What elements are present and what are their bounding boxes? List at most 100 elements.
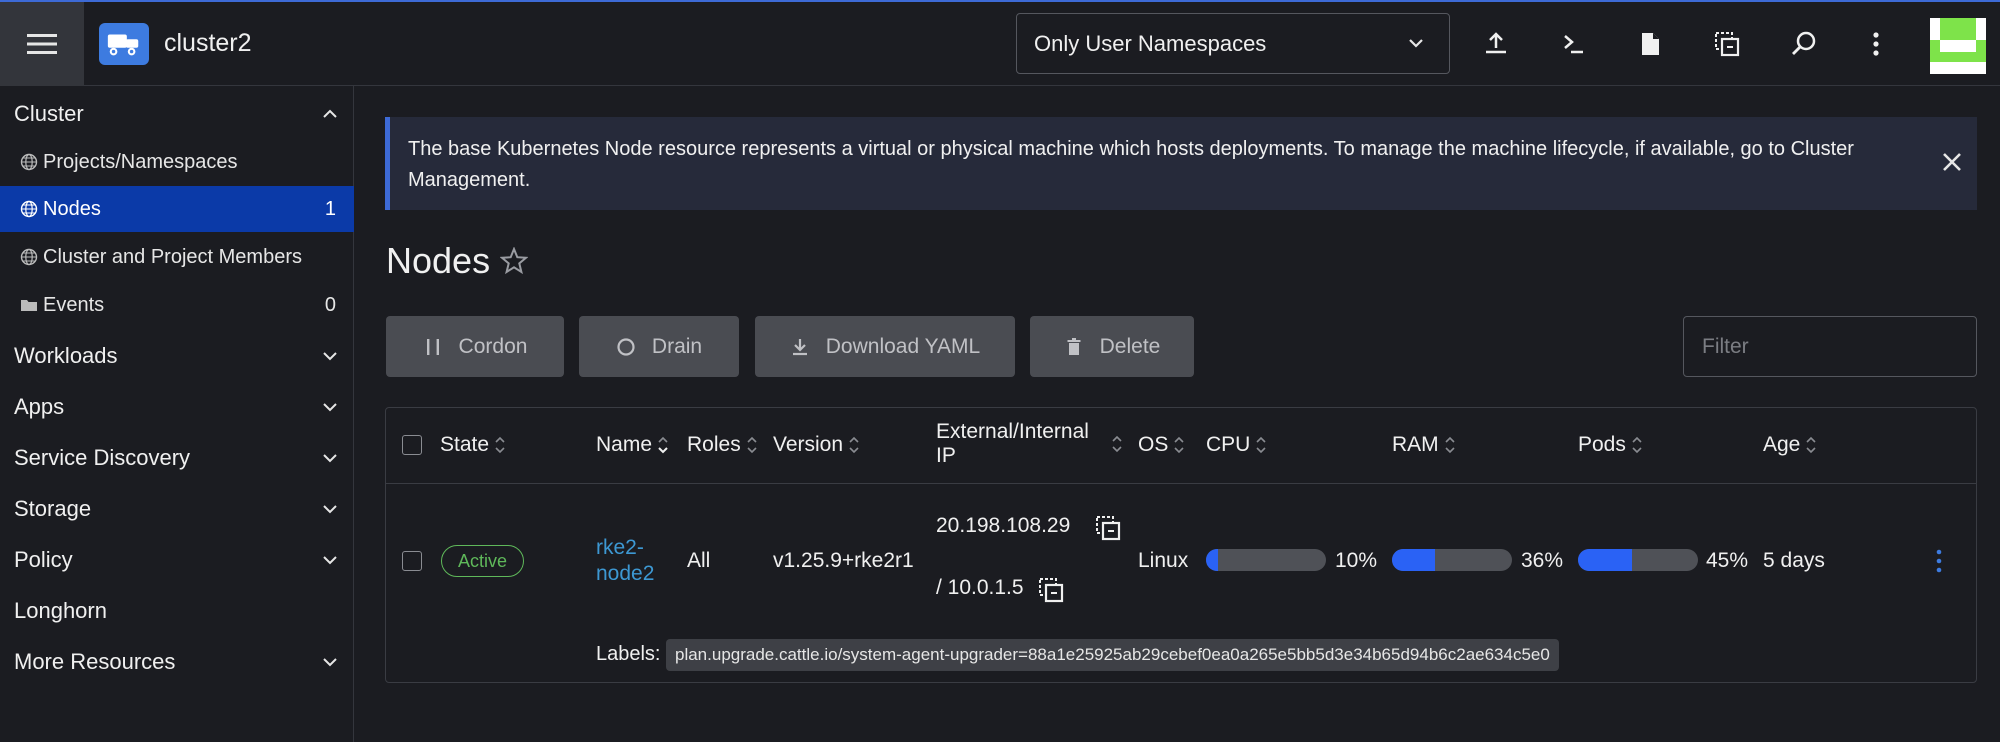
download-kubeconfig-button[interactable] <box>1632 26 1668 62</box>
labels-title: Labels: <box>596 643 661 665</box>
file-icon <box>1642 33 1659 55</box>
nav-group-label: Storage <box>14 496 92 521</box>
globe-icon <box>20 248 38 266</box>
nav-group-cluster[interactable]: Cluster <box>0 94 354 134</box>
nav-group-service-discovery[interactable]: Service Discovery <box>0 438 354 478</box>
nav-group-workloads[interactable]: Workloads <box>0 336 354 376</box>
sort-icon <box>747 436 757 454</box>
page-title: Nodes <box>386 240 491 281</box>
chevron-down-icon <box>323 658 337 667</box>
pods-usage-value: 45% <box>1706 549 1749 572</box>
namespace-filter-value: Only User Namespaces <box>1034 30 1267 56</box>
close-icon[interactable] <box>1941 151 1963 173</box>
column-label: Age <box>1763 433 1801 456</box>
nav-group-label: More Resources <box>14 649 176 674</box>
more-vertical-icon <box>1873 32 1879 56</box>
search-button[interactable] <box>1786 26 1822 62</box>
sidebar-item-projects-namespaces[interactable]: Projects/Namespaces <box>0 139 354 185</box>
nav-link-longhorn[interactable]: Longhorn <box>0 591 354 631</box>
pods-usage-fill <box>1578 549 1632 571</box>
hamburger-icon <box>27 34 57 54</box>
table-header: State Name Roles Version External/Intern… <box>386 408 1976 484</box>
circle-icon <box>617 337 635 356</box>
column-header-cpu[interactable]: CPU <box>1206 433 1268 457</box>
copy-icon[interactable] <box>1094 514 1122 542</box>
nav-group-label: Apps <box>14 394 65 419</box>
nav-group-apps[interactable]: Apps <box>0 387 354 427</box>
copy-kubeconfig-button[interactable] <box>1709 26 1745 62</box>
copy-icon <box>1715 32 1740 57</box>
column-header-os[interactable]: OS <box>1138 433 1186 457</box>
cluster-name: cluster2 <box>164 29 252 57</box>
status-badge: Active <box>441 545 525 577</box>
sidebar-item-nodes[interactable]: Nodes 1 <box>0 186 354 232</box>
terminal-icon <box>1564 35 1583 54</box>
info-banner: The base Kubernetes Node resource repres… <box>385 117 1977 210</box>
column-header-roles[interactable]: Roles <box>687 433 759 457</box>
download-yaml-label: Download YAML <box>825 334 981 358</box>
label-tag: plan.upgrade.cattle.io/system-agent-upgr… <box>666 639 1559 671</box>
sidebar-item-events[interactable]: Events 0 <box>0 282 354 328</box>
column-header-ram[interactable]: RAM <box>1392 433 1457 457</box>
column-label: Pods <box>1578 433 1626 456</box>
sidebar-item-label: Events <box>43 293 105 316</box>
ram-usage-value: 36% <box>1521 549 1564 572</box>
sort-icon <box>1632 436 1642 454</box>
column-header-ip[interactable]: External/Internal IP <box>936 420 1126 468</box>
star-icon[interactable] <box>500 247 528 275</box>
sidebar-item-label: Cluster and Project Members <box>43 245 302 268</box>
pods-usage-bar <box>1578 549 1698 571</box>
column-label: Roles <box>687 433 741 456</box>
sidebar-item-count: 0 <box>324 293 336 316</box>
column-label: RAM <box>1392 433 1439 456</box>
ram-usage-bar <box>1392 549 1512 571</box>
pause-icon <box>426 338 439 355</box>
column-header-name[interactable]: Name <box>596 433 670 457</box>
namespace-filter-select[interactable]: Only User Namespaces <box>1016 13 1450 74</box>
node-name-link[interactable]: rke2-node2 <box>596 535 666 587</box>
nav-group-label: Service Discovery <box>14 445 191 470</box>
user-avatar[interactable] <box>1930 18 1986 74</box>
cpu-usage-bar <box>1206 549 1326 571</box>
download-icon <box>792 338 807 355</box>
external-ip-value: 20.198.108.29 <box>936 514 1071 537</box>
sort-icon <box>1445 436 1455 454</box>
sidebar-item-cluster-project-members[interactable]: Cluster and Project Members <box>0 234 354 280</box>
nav-group-label: Longhorn <box>14 598 107 623</box>
kubectl-shell-button[interactable] <box>1555 26 1591 62</box>
column-header-pods[interactable]: Pods <box>1578 433 1644 457</box>
chevron-down-icon <box>1409 39 1423 48</box>
drain-button[interactable]: Drain <box>579 316 739 377</box>
drain-label: Drain <box>651 334 703 358</box>
nav-group-storage[interactable]: Storage <box>0 489 354 529</box>
sort-icon <box>1112 435 1122 453</box>
nav-group-label: Workloads <box>14 343 118 368</box>
cpu-usage-fill <box>1206 549 1218 571</box>
column-header-age[interactable]: Age <box>1763 433 1818 457</box>
more-options-button[interactable] <box>1858 26 1894 62</box>
column-header-state[interactable]: State <box>440 433 507 457</box>
copy-icon[interactable] <box>1037 576 1065 604</box>
nav-group-label: Cluster <box>14 101 84 126</box>
chevron-down-icon <box>323 454 337 463</box>
delete-label: Delete <box>1099 334 1161 358</box>
search-icon <box>1792 31 1816 55</box>
cpu-usage-value: 10% <box>1335 549 1378 572</box>
upload-icon <box>1486 32 1506 54</box>
sort-icon <box>495 436 505 454</box>
globe-icon <box>20 153 38 171</box>
sort-icon <box>1806 436 1816 454</box>
cordon-button[interactable]: Cordon <box>386 316 564 377</box>
row-checkbox[interactable] <box>402 551 422 571</box>
column-header-version[interactable]: Version <box>773 433 861 457</box>
roles-value: All <box>687 549 711 572</box>
nav-group-more-resources[interactable]: More Resources <box>0 642 354 682</box>
filter-input[interactable] <box>1683 316 1977 377</box>
import-yaml-button[interactable] <box>1478 26 1514 62</box>
menu-button[interactable] <box>0 2 84 86</box>
download-yaml-button[interactable]: Download YAML <box>755 316 1015 377</box>
select-all-checkbox[interactable] <box>402 435 422 455</box>
delete-button[interactable]: Delete <box>1030 316 1194 377</box>
row-actions-icon[interactable] <box>1934 547 1944 575</box>
nav-group-policy[interactable]: Policy <box>0 540 354 580</box>
